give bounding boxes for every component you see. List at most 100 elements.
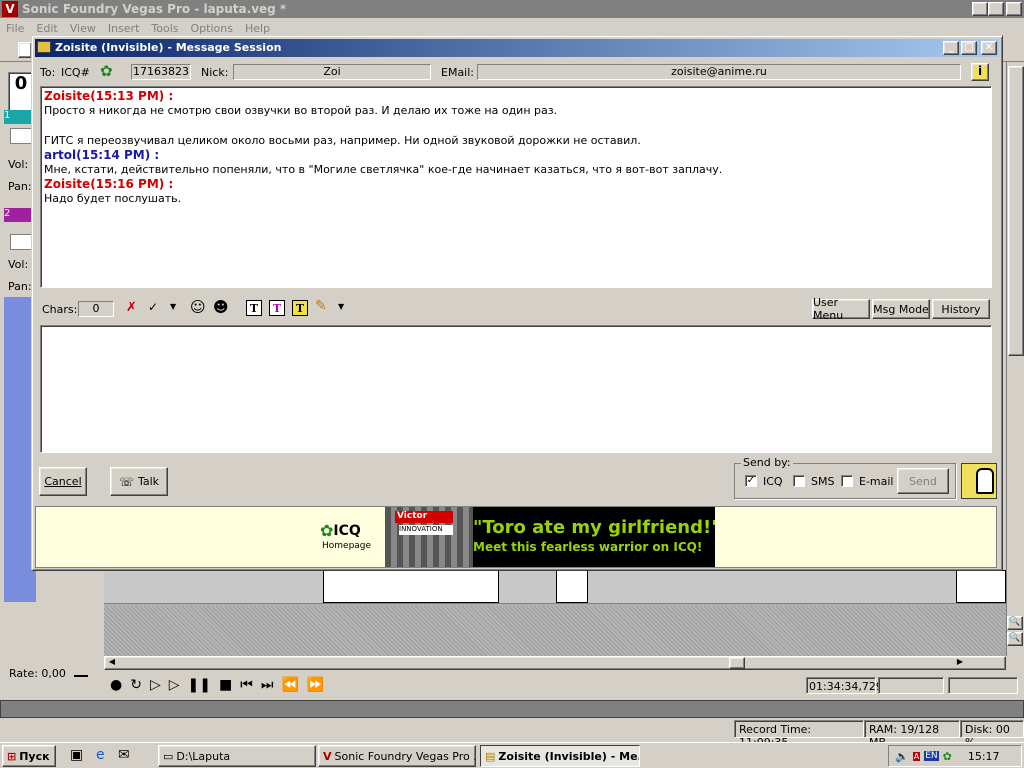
go-to-start-icon[interactable]: ⏮ [240, 677, 253, 693]
msg-mode-button[interactable]: Msg Mode [872, 299, 930, 319]
go-to-end-icon[interactable]: ⏭ [261, 677, 274, 693]
folder-icon: ▭ [163, 749, 174, 763]
play-from-start-icon[interactable]: ▷ [150, 677, 161, 693]
scroll-left-icon[interactable]: ◀ [105, 657, 119, 669]
font-color-icon[interactable]: T [269, 300, 285, 316]
nick-label: Nick: [201, 66, 229, 79]
icq-homepage-logo[interactable]: ✿ ICQ [320, 521, 361, 540]
menu-file[interactable]: File [6, 22, 24, 37]
internet-explorer-icon[interactable]: e [96, 747, 105, 763]
send-by-group: Send by: ✓ ICQ SMS E-mail Send [734, 456, 956, 499]
horizontal-scrollbar[interactable]: ◀ ▶ [104, 656, 1006, 670]
track-2-pan-label: Pan: [8, 280, 32, 293]
talk-label: Talk [137, 475, 160, 488]
outlook-express-icon[interactable]: ✉ [118, 747, 130, 763]
ad-homepage-text: Homepage [322, 541, 372, 551]
video-clip[interactable] [323, 570, 499, 603]
ad-banner[interactable]: ✿ ICQ Homepage Victor INNOVATION "Toro a… [35, 506, 997, 568]
cancel-button[interactable]: Cancel [39, 467, 87, 496]
icq-maximize-button[interactable]: □ [961, 41, 977, 55]
emotion-icon[interactable]: ☻ [213, 298, 229, 316]
message-entry: Zoisite(15:16 PM) : Надо будет послушать… [44, 177, 988, 206]
ram-usage: RAM: 19/128 MB [864, 720, 960, 749]
icq-close-button[interactable]: ✕ [981, 41, 997, 55]
contact-avatar [961, 463, 997, 499]
email-label: EMail: [441, 66, 474, 79]
fast-forward-icon[interactable]: ⏩ [307, 677, 324, 693]
play-icon[interactable]: ▷ [169, 677, 180, 693]
icq-title-bar[interactable]: Zoisite (Invisible) - Message Session _ … [35, 39, 999, 57]
new-file-icon[interactable] [18, 42, 32, 58]
send-button[interactable]: Send [897, 468, 949, 494]
highlight-dropdown-icon[interactable]: ▼ [338, 302, 344, 311]
ad-image[interactable]: Victor INNOVATION "Toro ate my girlfrien… [385, 507, 715, 567]
highlight-icon[interactable]: ✎ [315, 298, 327, 314]
vegas-task-icon: V [323, 749, 332, 763]
vegas-minimize-button[interactable]: _ [972, 2, 988, 16]
acrobat-icon[interactable]: A [912, 751, 921, 761]
record-icon[interactable]: ● [110, 677, 122, 693]
ad-headline: "Toro ate my girlfriend!" [473, 517, 715, 538]
sms-checkbox[interactable] [793, 475, 805, 487]
talk-button[interactable]: ☏ Talk [110, 467, 168, 496]
language-indicator[interactable]: EN [924, 751, 939, 761]
track-1-vol-label: Vol: [8, 158, 29, 171]
message-line: Надо будет послушать. [44, 192, 182, 205]
scroll-right-icon[interactable]: ▶ [953, 657, 967, 669]
email-field: zoisite@anime.ru [477, 64, 961, 80]
task-laputa[interactable]: ▭ D:\Laputa [158, 745, 316, 767]
sms-option-label: SMS [811, 475, 835, 488]
start-button[interactable]: ⊞ Пуск [2, 745, 56, 767]
avatar-face-icon [976, 468, 994, 494]
vegas-restore-button[interactable]: ❐ [988, 2, 1004, 16]
message-input[interactable] [40, 325, 992, 453]
spell-options-icon[interactable]: ✓ [148, 300, 158, 314]
task-icq-session[interactable]: ▤ Zoisite (Invisible) - Me... [480, 745, 640, 767]
zoom-controls[interactable]: 🔍 🔍 [1006, 616, 1024, 656]
message-line: Просто я никогда не смотрю свои озвучки … [44, 104, 558, 117]
timeline-area[interactable] [104, 570, 1006, 656]
track-2-vol-label: Vol: [8, 258, 29, 271]
smiley-icon[interactable]: ☺ [190, 298, 206, 316]
message-history[interactable]: Zoisite(15:13 PM) : Просто я никогда не … [40, 86, 992, 288]
dropdown-arrow-icon[interactable]: ▼ [170, 302, 176, 311]
loop-icon[interactable]: ↻ [130, 677, 142, 693]
progress-bar-area [0, 700, 1024, 718]
show-desktop-icon[interactable]: ▣ [70, 747, 83, 763]
icq-flower-logo-icon: ✿ [320, 521, 334, 540]
message-sender-time: Zoisite(15:13 PM) : [44, 89, 174, 103]
volume-icon[interactable]: 🔈 [895, 750, 909, 763]
start-label: Пуск [19, 749, 50, 763]
vegas-title-bar: V Sonic Foundry Vegas Pro - laputa.veg *… [0, 0, 1024, 18]
zoom-in-icon[interactable]: 🔍 [1007, 616, 1023, 630]
track-1-mute[interactable] [10, 128, 32, 144]
message-line: ГИТС я переозвучивал целиком около восьм… [44, 134, 641, 147]
pause-icon[interactable]: ❚❚ [188, 677, 211, 693]
email-checkbox[interactable] [841, 475, 853, 487]
rate-slider[interactable] [74, 675, 88, 677]
user-menu-button[interactable]: User Menu [812, 296, 870, 322]
icq-minimize-button[interactable]: _ [943, 41, 959, 55]
user-info-icon[interactable]: i [971, 63, 989, 81]
history-button[interactable]: History [932, 299, 990, 319]
spell-check-icon[interactable]: ✗ [126, 300, 137, 315]
stop-icon[interactable]: ■ [219, 677, 232, 693]
zoom-out-icon[interactable]: 🔍 [1007, 632, 1023, 646]
icq-checkbox[interactable]: ✓ [745, 475, 757, 487]
vegas-right-scrollbar[interactable] [1006, 62, 1024, 656]
task-vegas[interactable]: V Sonic Foundry Vegas Pro ... [318, 745, 476, 767]
rewind-icon[interactable]: ⏪ [281, 677, 298, 693]
video-clip[interactable] [956, 570, 1006, 603]
hscroll-thumb[interactable] [729, 657, 745, 669]
video-clip[interactable] [556, 570, 588, 603]
icq-title: Zoisite (Invisible) - Message Session [55, 41, 282, 54]
talk-icon: ☏ [118, 474, 134, 489]
text-color-icon[interactable]: T [246, 300, 262, 316]
icq-tray-icon[interactable]: ✿ [943, 750, 952, 763]
background-color-icon[interactable]: T [292, 300, 308, 316]
send-by-label: Send by: [741, 456, 793, 469]
track-2-mute[interactable] [10, 234, 32, 250]
vegas-close-button[interactable]: ✕ [1006, 2, 1022, 16]
scrollbar-thumb[interactable] [1008, 66, 1024, 356]
